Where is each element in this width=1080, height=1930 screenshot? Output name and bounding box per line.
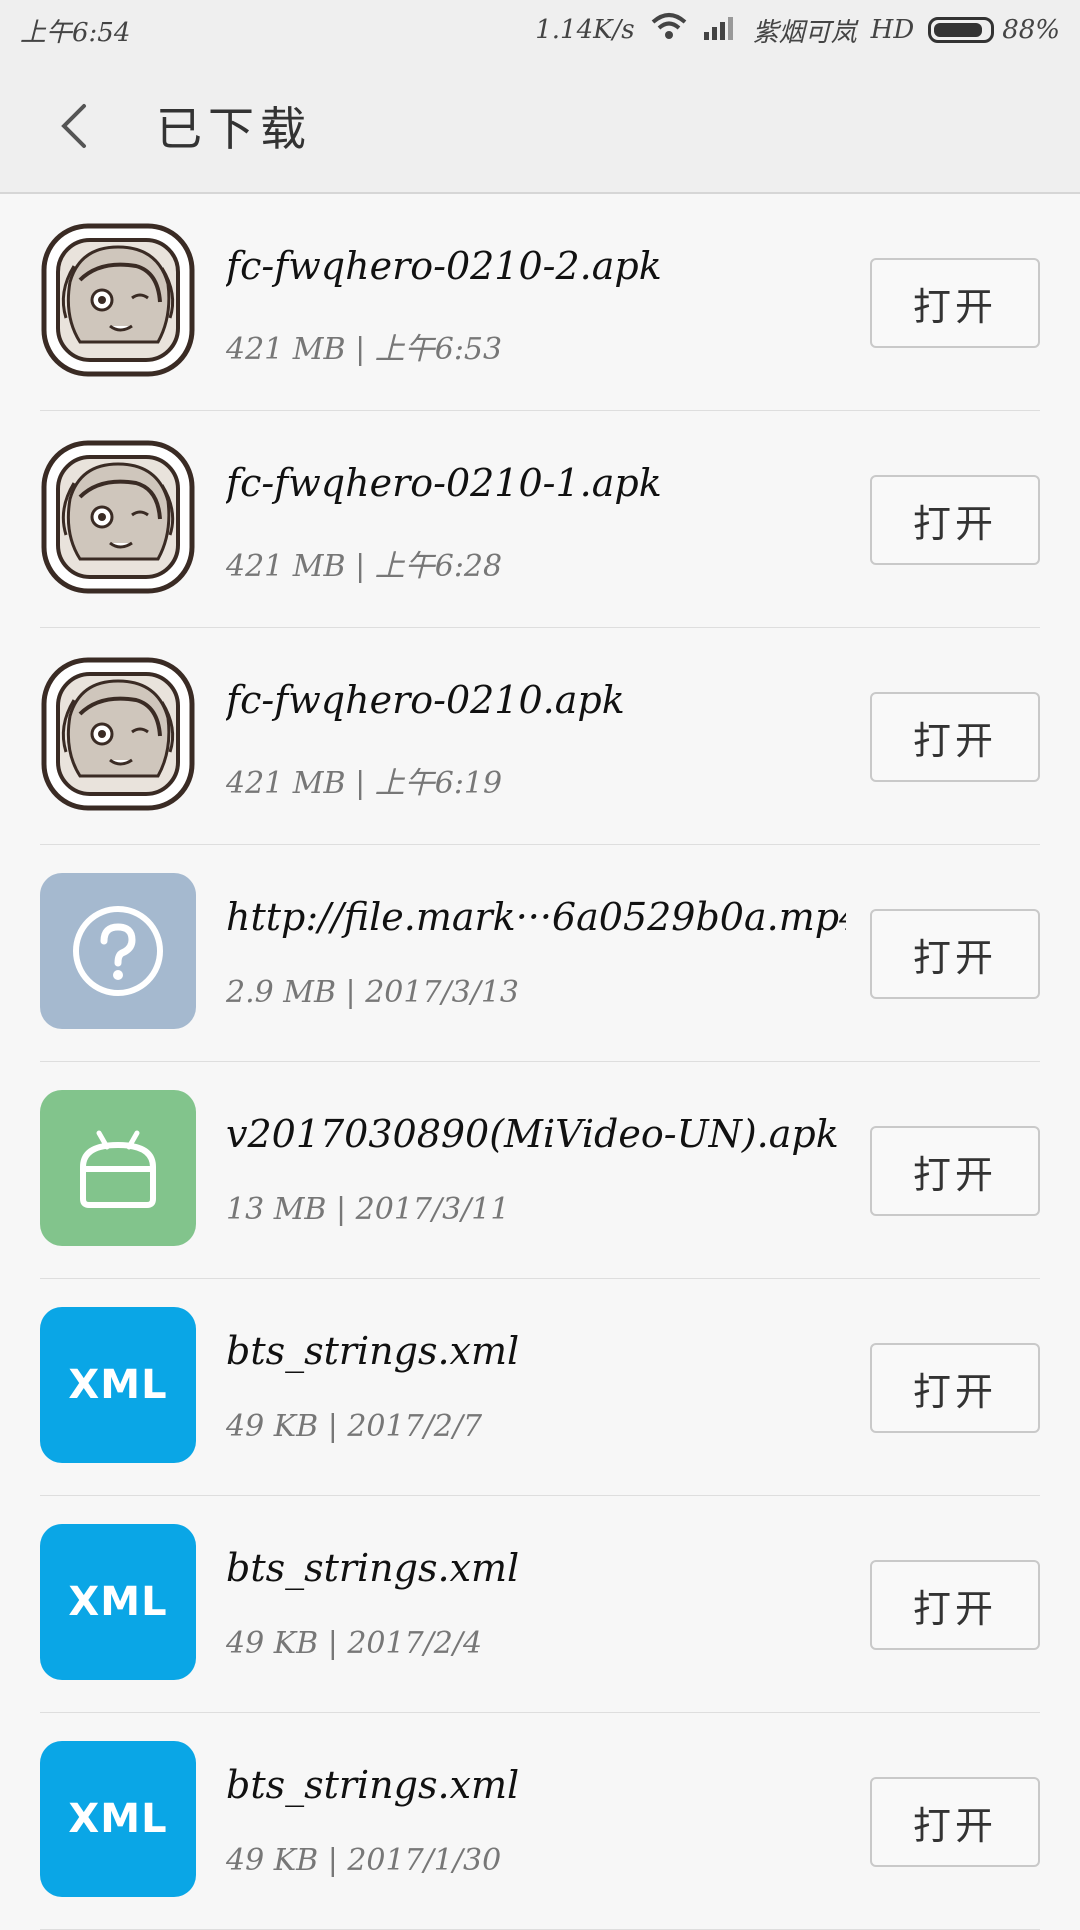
game-app-icon [40,222,196,378]
list-item[interactable]: fc-fwqhero-0210-1.apk 421 MB | 上午6:28 打开 [0,411,1080,628]
status-right: 1.14K/s 紫烟可岚 HD 88% [535,12,1060,49]
status-time: 上午6:54 [20,17,131,48]
game-app-icon [40,656,196,812]
download-list: fc-fwqhero-0210-2.apk 421 MB | 上午6:53 打开… [0,194,1080,1930]
open-button[interactable]: 打开 [870,475,1040,565]
file-name: http://file.mark···6a0529b0a.mp4 [226,895,846,939]
open-button[interactable]: 打开 [870,1126,1040,1216]
battery-percent: 88% [1002,15,1060,45]
open-button[interactable]: 打开 [870,1343,1040,1433]
file-name: bts_strings.xml [226,1546,520,1590]
carrier-name: 紫烟可岚 [752,17,857,48]
file-meta: 49 KB | 2017/1/30 [226,1843,502,1878]
network-speed: 1.14K/s [535,15,635,45]
game-app-icon [40,439,196,595]
xml-icon-label: XML [68,1362,168,1408]
signal-icon [703,14,739,47]
list-item[interactable]: v2017030890(MiVideo-UN).apk 13 MB | 2017… [0,1062,1080,1279]
xml-file-icon: XML [40,1741,196,1897]
file-meta: 421 MB | 上午6:53 [226,332,503,367]
battery-icon [928,17,995,43]
open-button[interactable]: 打开 [870,1777,1040,1867]
file-name: fc-fwqhero-0210.apk [226,678,625,722]
file-meta: 49 KB | 2017/2/7 [226,1409,483,1444]
title-bar: 已下载 [0,60,1080,194]
file-meta: 421 MB | 上午6:28 [226,549,503,584]
file-name: bts_strings.xml [226,1763,520,1807]
wifi-icon [649,12,689,49]
file-name: fc-fwqhero-0210-1.apk [226,461,662,505]
list-item[interactable]: fc-fwqhero-0210-2.apk 421 MB | 上午6:53 打开 [0,194,1080,411]
file-name: fc-fwqhero-0210-2.apk [226,244,662,288]
open-button[interactable]: 打开 [870,909,1040,999]
file-meta: 421 MB | 上午6:19 [226,766,503,801]
battery-indicator: 88% [928,15,1060,45]
list-item[interactable]: fc-fwqhero-0210.apk 421 MB | 上午6:19 打开 [0,628,1080,845]
file-meta: 49 KB | 2017/2/4 [226,1626,483,1661]
file-meta: 13 MB | 2017/3/11 [226,1192,510,1227]
file-name: bts_strings.xml [226,1329,520,1373]
back-button[interactable] [38,91,108,161]
xml-icon-label: XML [68,1579,168,1625]
file-name: v2017030890(MiVideo-UN).apk [226,1112,839,1156]
status-bar: 上午6:54 1.14K/s 紫烟可岚 HD 88% [0,0,1080,60]
hd-badge: HD [870,15,915,45]
page-title: 已下载 [156,102,312,156]
android-apk-icon [40,1090,196,1246]
list-item[interactable]: XML bts_strings.xml 49 KB | 2017/1/30 打开 [0,1713,1080,1930]
open-button[interactable]: 打开 [870,1560,1040,1650]
unknown-file-icon [40,873,196,1029]
battery-fill [934,23,982,37]
list-item[interactable]: XML bts_strings.xml 49 KB | 2017/2/7 打开 [0,1279,1080,1496]
xml-icon-label: XML [68,1796,168,1842]
xml-file-icon: XML [40,1307,196,1463]
open-button[interactable]: 打开 [870,692,1040,782]
list-item[interactable]: http://file.mark···6a0529b0a.mp4 2.9 MB … [0,845,1080,1062]
xml-file-icon: XML [40,1524,196,1680]
open-button[interactable]: 打开 [870,258,1040,348]
list-item[interactable]: XML bts_strings.xml 49 KB | 2017/2/4 打开 [0,1496,1080,1713]
file-meta: 2.9 MB | 2017/3/13 [226,975,520,1010]
chevron-left-icon [61,104,86,148]
